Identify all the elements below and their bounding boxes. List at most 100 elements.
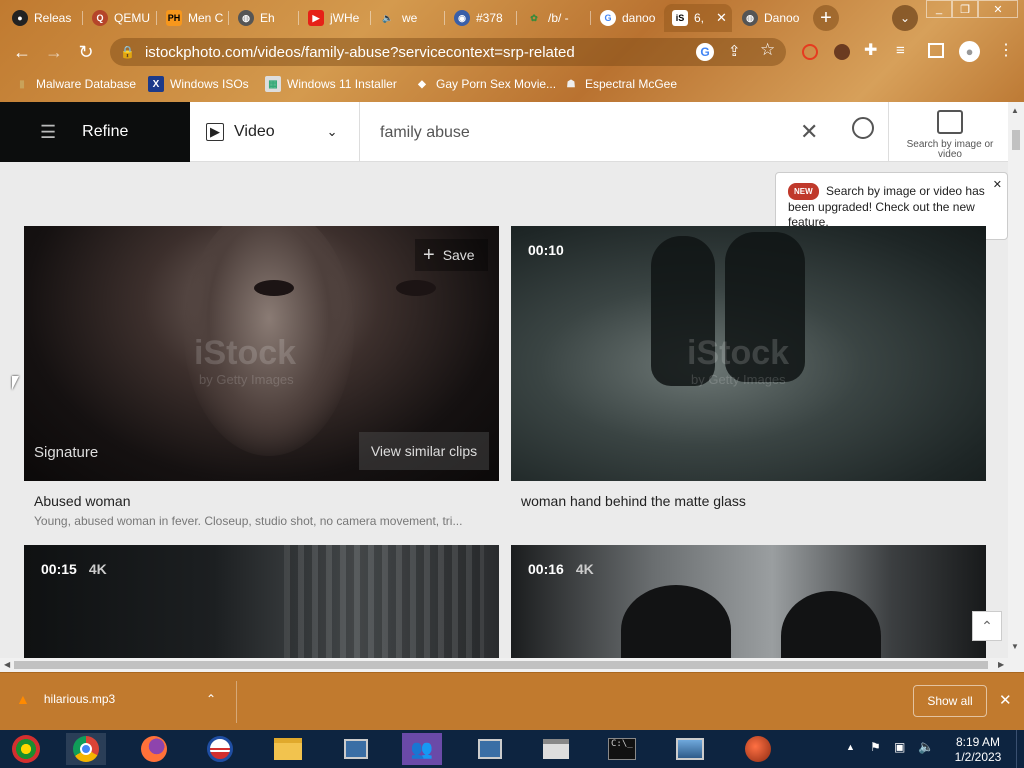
tab-378[interactable]: ◉ #378 <box>446 4 514 32</box>
lock-icon: 🔒 <box>120 45 135 59</box>
image-viewer-icon[interactable] <box>670 733 710 765</box>
network-icon[interactable]: ▣ <box>894 740 905 754</box>
watermark-sub: by Getty Images <box>691 372 786 387</box>
volume-icon[interactable]: 🔈 <box>918 739 934 755</box>
web-page: ☰ Refine ▶ Video ⌄ family abuse ✕ Search… <box>0 102 1008 658</box>
result-title-abused-woman[interactable]: Abused woman <box>34 493 131 509</box>
show-all-button[interactable]: Show all <box>913 685 987 717</box>
terminal-icon[interactable]: C:\_ <box>602 733 642 765</box>
game-app-icon[interactable] <box>738 733 778 765</box>
profile-avatar-icon[interactable]: ● <box>959 41 980 62</box>
download-item[interactable]: ▲ hilarious.mp3 <box>16 691 115 707</box>
menu-kebab-icon[interactable]: ⋮ <box>998 40 1014 60</box>
clear-search-icon[interactable]: ✕ <box>800 119 818 145</box>
download-bar: ▲ hilarious.mp3 ⌃ Show all ✕ <box>0 672 1024 730</box>
extensions-puzzle-icon[interactable]: ✚ <box>864 40 877 60</box>
close-tab-icon[interactable]: ✕ <box>716 10 727 26</box>
media-control-icon[interactable]: ≡ <box>896 42 905 59</box>
watermark: iStock <box>194 334 297 372</box>
tab-eh[interactable]: ◍ Eh <box>230 4 296 32</box>
network-computer-icon-2[interactable] <box>470 733 510 765</box>
curtain-stripes <box>284 545 484 658</box>
bookmark-windows-isos[interactable]: X Windows ISOs <box>148 74 249 94</box>
image-icon: ▦ <box>265 76 281 92</box>
search-input[interactable]: family abuse <box>380 124 470 142</box>
tab-we[interactable]: 🔈 we <box>372 4 442 32</box>
close-window-button[interactable]: ✕ <box>978 0 1018 18</box>
save-button[interactable]: + Save <box>415 239 488 271</box>
scrollbar-thumb[interactable] <box>1012 130 1020 150</box>
close-tooltip-icon[interactable]: ✕ <box>993 178 1002 193</box>
scroll-right-arrow-icon[interactable]: ▶ <box>998 660 1004 669</box>
opera-extension-icon[interactable] <box>802 44 818 60</box>
bookmark-malware-database[interactable]: ▮ Malware Database <box>14 74 136 94</box>
vertical-scrollbar[interactable]: ▲ ▼ <box>1008 102 1024 658</box>
chrome-taskbar-icon[interactable] <box>66 733 106 765</box>
person-silhouette-left <box>621 585 731 658</box>
new-tab-button[interactable]: + <box>813 5 839 31</box>
bookmark-espectral-mcgee[interactable]: ☗ Espectral McGee <box>563 74 678 94</box>
show-desktop-button[interactable] <box>1016 730 1024 768</box>
search-bar: ☰ Refine ▶ Video ⌄ family abuse ✕ Search… <box>0 102 1008 162</box>
video-card-3[interactable]: 00:15 4K <box>24 545 499 658</box>
media-type-dropdown[interactable]: ▶ Video ⌄ <box>190 102 360 162</box>
bookmark-gay-porn-sex-movie[interactable]: ◆ Gay Porn Sex Movie... <box>414 74 556 94</box>
search-by-image-button[interactable]: Search by image or video <box>905 108 995 160</box>
tab-b[interactable]: ✿ /b/ - <box>518 4 588 32</box>
browser-chrome: ● Releas Q QEMU PH Men C ◍ Eh ▶ jWHe 🔈 w… <box>0 0 1024 102</box>
tab-youtube[interactable]: ▶ jWHe <box>300 4 368 32</box>
google-icon: G <box>600 10 616 26</box>
minimize-button[interactable]: _ <box>926 0 952 18</box>
tab-istock-active[interactable]: iS 6, ✕ <box>664 4 732 32</box>
video-card-abused-woman[interactable]: iStock by Getty Images + Save Signature … <box>24 226 499 481</box>
video-card-hand-glass[interactable]: 00:10 iStock by Getty Images <box>511 226 986 481</box>
search-icon[interactable] <box>852 117 874 139</box>
users-app-icon[interactable]: 👥 <box>402 733 442 765</box>
side-panel-icon[interactable] <box>928 43 944 58</box>
duration-badge: 00:10 <box>528 242 564 258</box>
firefox-taskbar-icon[interactable] <box>134 733 174 765</box>
obama-logo-icon[interactable] <box>200 733 240 765</box>
restore-button[interactable]: ❐ <box>952 0 978 18</box>
bookmark-windows-11-installer[interactable]: ▦ Windows 11 Installer <box>265 74 397 94</box>
signature-label: Signature <box>34 444 99 461</box>
horizontal-scrollbar[interactable]: ◀ ▶ <box>0 658 1024 672</box>
scroll-up-arrow-icon[interactable]: ▲ <box>1011 106 1019 115</box>
address-bar[interactable]: 🔒 istockphoto.com/videos/family-abuse?se… <box>110 38 786 66</box>
result-description: Young, abused woman in fever. Closeup, s… <box>34 514 463 528</box>
hscroll-thumb[interactable] <box>14 661 988 669</box>
file-explorer-icon[interactable] <box>268 733 308 765</box>
tab-men[interactable]: PH Men C <box>158 4 226 32</box>
bookmark-star-icon[interactable]: ☆ <box>760 40 775 60</box>
tab-releases[interactable]: ● Releas <box>4 4 80 32</box>
tab-danoo-google[interactable]: G danoo <box>592 4 662 32</box>
refine-button[interactable]: ☰ Refine <box>0 102 190 162</box>
scroll-left-arrow-icon[interactable]: ◀ <box>4 660 10 669</box>
view-similar-clips-button[interactable]: View similar clips <box>359 432 489 470</box>
share-icon[interactable]: ⇪ <box>728 42 741 60</box>
close-download-bar-icon[interactable]: ✕ <box>999 691 1012 709</box>
chevron-down-icon: ⌄ <box>326 124 338 139</box>
google-lens-icon[interactable]: G <box>696 43 714 61</box>
scroll-down-arrow-icon[interactable]: ▼ <box>1011 642 1019 651</box>
profile-extension-icon[interactable] <box>834 44 850 60</box>
scroll-to-top-button[interactable]: ⌃ <box>972 611 1002 641</box>
filter-sliders-icon: ☰ <box>40 121 57 142</box>
tab-search-chevron-icon[interactable]: ⌄ <box>892 5 918 31</box>
reload-button[interactable]: ↻ <box>74 40 98 64</box>
forward-button[interactable]: → <box>42 40 66 64</box>
tray-expand-icon[interactable]: ▲ <box>846 742 855 752</box>
image-upload-icon <box>937 110 963 134</box>
download-options-chevron-icon[interactable]: ⌃ <box>206 692 216 706</box>
flag-icon[interactable]: ⚑ <box>870 740 881 754</box>
back-button[interactable]: ← <box>10 40 34 64</box>
tab-qemu[interactable]: Q QEMU <box>84 4 154 32</box>
eye-right <box>396 280 436 296</box>
start-button[interactable] <box>6 733 46 765</box>
result-title-hand-glass[interactable]: woman hand behind the matte glass <box>521 493 746 509</box>
app-window-icon[interactable] <box>536 733 576 765</box>
system-clock[interactable]: 8:19 AM 1/2/2023 <box>948 735 1008 765</box>
network-computer-icon[interactable] <box>336 733 376 765</box>
video-card-4[interactable]: 00:16 4K <box>511 545 986 658</box>
tab-danoo[interactable]: ◍ Danoo <box>734 4 806 32</box>
